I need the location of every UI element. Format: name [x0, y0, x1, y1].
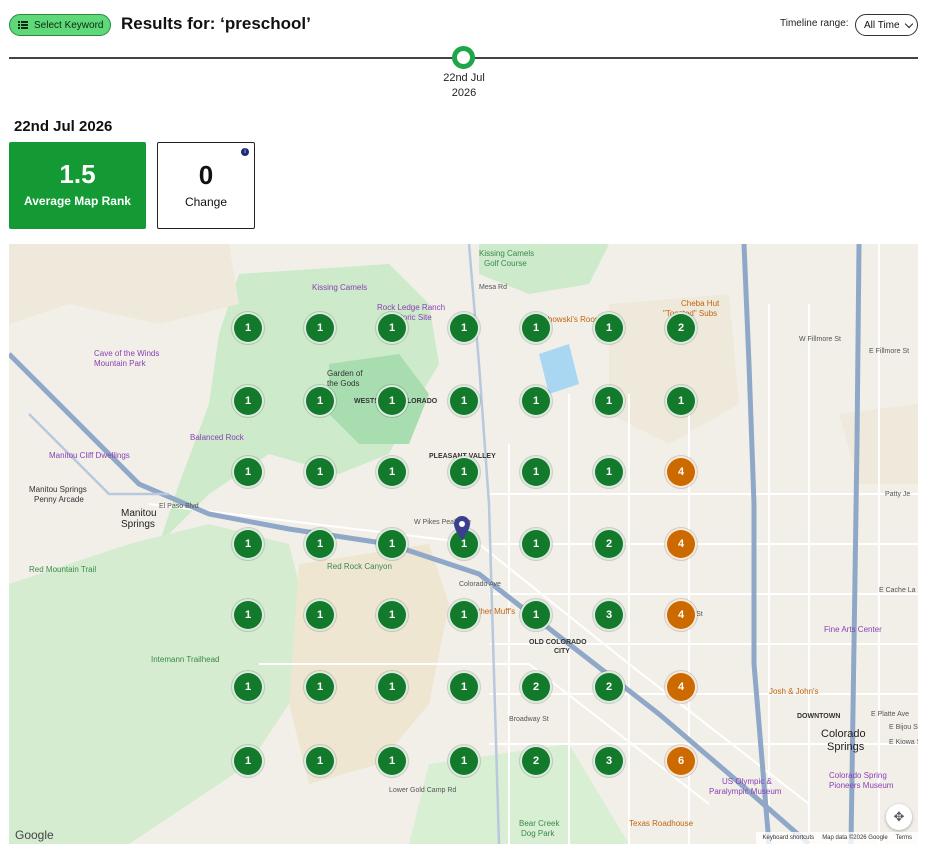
rank-pin[interactable]: 1: [304, 312, 336, 344]
rank-pin[interactable]: 1: [520, 528, 552, 560]
change-card: i 0 Change: [157, 142, 255, 229]
info-icon[interactable]: i: [241, 148, 249, 156]
map-attribution: Keyboard shortcuts Map data ©2026 Google…: [756, 832, 918, 844]
rank-pin[interactable]: 1: [448, 599, 480, 631]
rank-pin[interactable]: 1: [376, 385, 408, 417]
rank-pin[interactable]: 2: [593, 528, 625, 560]
rank-pin[interactable]: 1: [448, 745, 480, 777]
date-heading: 22nd Jul 2026: [14, 118, 113, 135]
rank-pin[interactable]: 1: [520, 312, 552, 344]
rank-pin[interactable]: 1: [448, 312, 480, 344]
select-keyword-button[interactable]: Select Keyword: [9, 14, 111, 36]
rank-pin[interactable]: 1: [448, 671, 480, 703]
rank-pin[interactable]: 1: [520, 599, 552, 631]
rank-pin[interactable]: 4: [665, 528, 697, 560]
timeline-date-year: 2026: [451, 87, 477, 99]
rank-pin[interactable]: 3: [593, 599, 625, 631]
map-data-text: Map data ©2026 Google: [822, 835, 888, 841]
rank-pin[interactable]: 1: [376, 745, 408, 777]
timeline-range-value: All Time: [864, 19, 900, 31]
timeline-range-label: Timeline range:: [780, 18, 849, 29]
rank-pin[interactable]: 1: [232, 385, 264, 417]
average-rank-value: 1.5: [59, 159, 96, 189]
rank-pin[interactable]: 1: [232, 312, 264, 344]
rank-pin[interactable]: 1: [304, 385, 336, 417]
rank-pin[interactable]: 1: [376, 528, 408, 560]
rank-pin[interactable]: 4: [665, 671, 697, 703]
rank-pin[interactable]: 1: [593, 456, 625, 488]
rank-pin[interactable]: 1: [448, 385, 480, 417]
rank-pin[interactable]: 1: [448, 456, 480, 488]
average-rank-label: Average Map Rank: [24, 194, 131, 208]
rank-pin[interactable]: 1: [232, 528, 264, 560]
list-icon: [18, 21, 28, 29]
average-rank-card: 1.5 Average Map Rank: [9, 142, 146, 229]
rank-pin[interactable]: 1: [304, 671, 336, 703]
rank-pin[interactable]: 1: [520, 456, 552, 488]
rank-grid: 1 1 1 1 1 1 2 1 1 1 1 1 1 1 1 1 1 1 1 1 4 1 1 1 1 1 2 4 1 1 1 1 1 3 4 1 1 1 1 2…: [9, 244, 918, 844]
top-bar: Select Keyword Results for: ‘preschool’ …: [0, 0, 935, 50]
rank-pin[interactable]: 1: [304, 528, 336, 560]
results-title: Results for: ‘preschool’: [121, 14, 311, 33]
rank-pin[interactable]: 1: [665, 385, 697, 417]
rank-pin[interactable]: 6: [665, 745, 697, 777]
timeline-range-select[interactable]: All Time: [855, 14, 918, 36]
rank-pin[interactable]: 4: [665, 456, 697, 488]
rank-pin[interactable]: 1: [304, 456, 336, 488]
rank-pin[interactable]: 1: [376, 671, 408, 703]
rank-pin[interactable]: 1: [232, 456, 264, 488]
rank-pin[interactable]: 1: [232, 745, 264, 777]
rank-pin[interactable]: 1: [520, 385, 552, 417]
rank-pin[interactable]: 2: [593, 671, 625, 703]
rank-pin[interactable]: 2: [520, 671, 552, 703]
rank-pin[interactable]: 1: [593, 312, 625, 344]
change-value: 0: [198, 160, 214, 190]
rank-pin[interactable]: 1: [304, 745, 336, 777]
rank-pin[interactable]: 1: [376, 312, 408, 344]
rank-pin[interactable]: 1: [593, 385, 625, 417]
rank-pin[interactable]: 2: [665, 312, 697, 344]
select-keyword-label: Select Keyword: [34, 19, 104, 31]
timeline-date-day: 22nd Jul: [443, 72, 485, 84]
rank-map[interactable]: Kissing Camels Golf Course Kissing Camel…: [9, 244, 918, 844]
keyboard-shortcuts-link[interactable]: Keyboard shortcuts: [762, 835, 814, 841]
change-label: Change: [184, 195, 228, 209]
rank-pin[interactable]: 1: [232, 599, 264, 631]
chevron-down-icon: [904, 19, 913, 28]
pan-control-icon[interactable]: ✥: [886, 804, 912, 830]
timeline-date: 22nd Jul 2026: [424, 71, 504, 101]
rank-pin[interactable]: 1: [232, 671, 264, 703]
timeline-point[interactable]: [452, 46, 475, 69]
rank-pin[interactable]: 1: [304, 599, 336, 631]
rank-pin[interactable]: 1: [376, 456, 408, 488]
rank-pin[interactable]: 3: [593, 745, 625, 777]
rank-pin[interactable]: 2: [520, 745, 552, 777]
rank-pin[interactable]: 1: [376, 599, 408, 631]
google-logo: Google: [15, 828, 54, 842]
rank-pin[interactable]: 4: [665, 599, 697, 631]
terms-link[interactable]: Terms: [896, 835, 912, 841]
